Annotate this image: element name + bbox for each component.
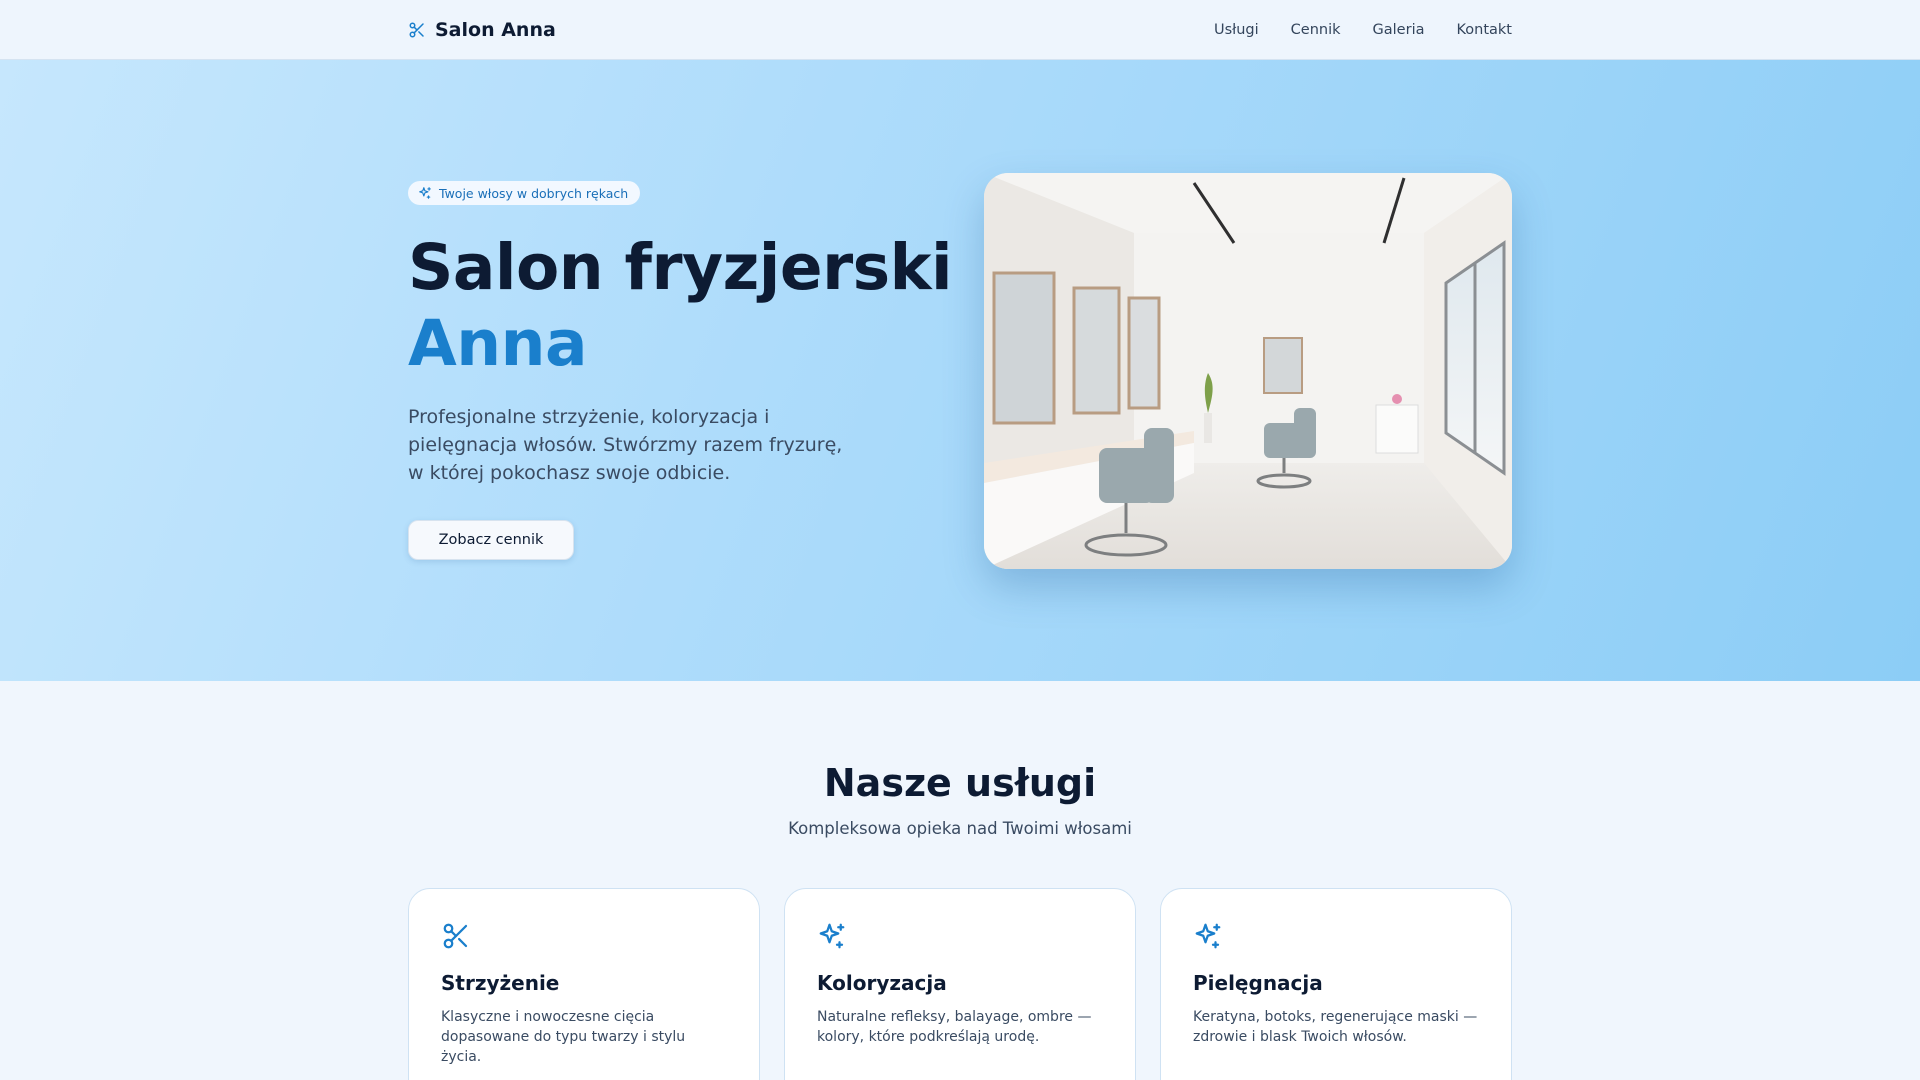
service-card-title: Pielęgnacja xyxy=(1193,971,1323,995)
service-card-desc: Keratyna, botoks, regenerujące maski — z… xyxy=(1193,1009,1478,1045)
scissors-icon xyxy=(441,921,471,951)
service-card-care[interactable]: Pielęgnacja Keratyna, botoks, regenerują… xyxy=(1160,888,1512,1080)
sparkles-icon xyxy=(418,186,432,200)
nav-link-galeria[interactable]: Galeria xyxy=(1373,22,1425,38)
nav-link-kontakt[interactable]: Kontakt xyxy=(1456,22,1512,38)
services-subtitle: Kompleksowa opieka nad Twoimi włosami xyxy=(788,819,1132,838)
service-card-title: Koloryzacja xyxy=(817,971,947,995)
brand-logo[interactable]: Salon Anna xyxy=(408,19,556,41)
services-section: Nasze usługi Kompleksowa opieka nad Twoi… xyxy=(0,761,1920,1080)
services-title: Nasze usługi xyxy=(823,761,1097,805)
sparkles-icon xyxy=(817,921,847,951)
service-card-desc: Naturalne refleksy, balayage, ombre — ko… xyxy=(817,1009,1092,1045)
hero-badge: Twoje włosy w dobrych rękach xyxy=(408,181,641,205)
nav-link-uslugi[interactable]: Usługi xyxy=(1214,22,1259,38)
services-cards: Strzyżenie Klasyczne i nowoczesne cięcia… xyxy=(408,888,1512,1080)
nav-links: Usługi Cennik Galeria Kontakt xyxy=(1214,22,1512,38)
hero-badge-text: Twoje włosy w dobrych rękach xyxy=(439,185,629,201)
service-card-desc: Klasyczne i nowoczesne cięcia dopasowane… xyxy=(441,1009,686,1065)
scissors-icon xyxy=(408,21,426,39)
nav-link-cennik[interactable]: Cennik xyxy=(1291,22,1341,38)
hero-section: Twoje włosy w dobrych rękach Salon fryzj… xyxy=(0,60,1920,681)
view-pricing-button[interactable]: Zobacz cennik xyxy=(408,520,574,560)
hero-title: Salon fryzjerski Anna xyxy=(408,230,953,382)
hero-description: Profesjonalne strzyżenie, koloryzacja i … xyxy=(408,406,843,484)
brand-name: Salon Anna xyxy=(435,19,556,41)
service-card-coloring[interactable]: Koloryzacja Naturalne refleksy, balayage… xyxy=(784,888,1136,1080)
service-card-title: Strzyżenie xyxy=(441,971,560,995)
hero-title-accent: Anna xyxy=(408,307,587,380)
sparkles-icon xyxy=(1193,921,1223,951)
service-card-haircut[interactable]: Strzyżenie Klasyczne i nowoczesne cięcia… xyxy=(408,888,760,1080)
hero-title-line1: Salon fryzjerski xyxy=(408,231,953,304)
salon-interior-image xyxy=(984,173,1512,569)
top-nav: Salon Anna Usługi Cennik Galeria Kontakt xyxy=(0,0,1920,60)
